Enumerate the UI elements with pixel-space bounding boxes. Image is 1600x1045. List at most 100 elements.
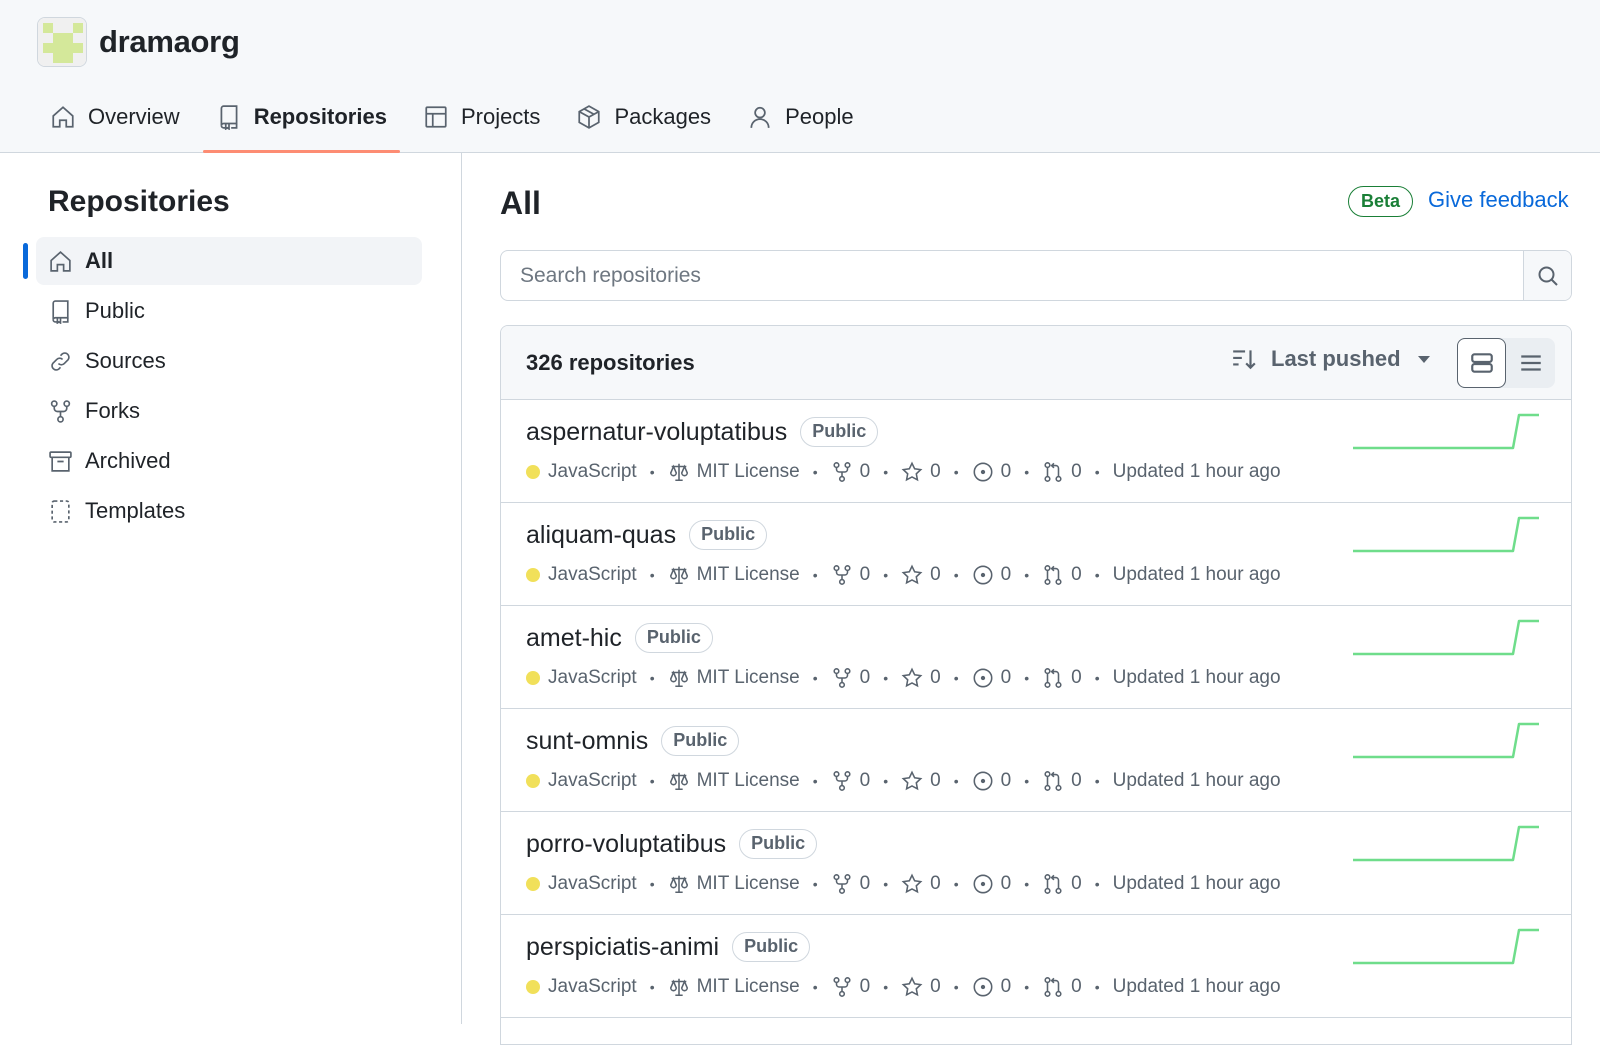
- repo-row: aspernatur-voluptatibus Public JavaScrip…: [501, 400, 1571, 503]
- pull-request-count[interactable]: 0: [1071, 873, 1082, 895]
- issue-count[interactable]: 0: [1001, 564, 1012, 586]
- repo-meta: JavaScript • MIT License • 0 • 0 • 0 • 0…: [526, 770, 1281, 792]
- tab-overview[interactable]: Overview: [37, 94, 193, 139]
- sidebar-item-label: All: [85, 248, 114, 273]
- card-view-button[interactable]: [1457, 338, 1506, 388]
- fork-count[interactable]: 0: [860, 770, 871, 792]
- repo-count: 326 repositories: [526, 350, 695, 375]
- pull-request-icon: [1044, 977, 1062, 997]
- issue-icon: [973, 462, 993, 482]
- law-icon: [669, 875, 688, 894]
- fork-count[interactable]: 0: [860, 564, 871, 586]
- issue-count[interactable]: 0: [1001, 667, 1012, 689]
- star-count[interactable]: 0: [930, 461, 941, 483]
- pull-request-icon: [1044, 668, 1062, 688]
- fork-count[interactable]: 0: [860, 667, 871, 689]
- search-input[interactable]: [501, 251, 1523, 300]
- sidebar-nav: All Public Sources Forks Archived Templa…: [23, 237, 422, 537]
- pull-request-count[interactable]: 0: [1071, 770, 1082, 792]
- activity-sparkline: [1353, 722, 1539, 759]
- repo-title-line: amet-hic Public: [526, 623, 713, 653]
- sidebar-item-archived[interactable]: Archived: [36, 437, 422, 485]
- tab-projects[interactable]: Projects: [410, 94, 553, 139]
- list-view-button[interactable]: [1506, 338, 1555, 388]
- star-count[interactable]: 0: [930, 770, 941, 792]
- star-count[interactable]: 0: [930, 564, 941, 586]
- pull-request-icon: [1044, 874, 1062, 894]
- tab-label: Overview: [88, 103, 180, 129]
- tab-packages[interactable]: Packages: [563, 94, 724, 139]
- tab-repositories[interactable]: Repositories: [202, 94, 401, 153]
- separator-dot: •: [953, 773, 959, 789]
- separator-dot: •: [883, 876, 889, 892]
- repo-license[interactable]: MIT License: [697, 667, 800, 689]
- sort-dropdown[interactable]: Last pushed: [1231, 346, 1431, 372]
- sidebar-item-templates[interactable]: Templates: [36, 487, 422, 535]
- separator-dot: •: [1024, 464, 1030, 480]
- package-icon: [578, 104, 601, 129]
- separator-dot: •: [883, 567, 889, 583]
- repo-meta: JavaScript • MIT License • 0 • 0 • 0 • 0…: [526, 461, 1281, 483]
- star-count[interactable]: 0: [930, 667, 941, 689]
- sidebar-item-public[interactable]: Public: [36, 287, 422, 335]
- repo-language: JavaScript: [548, 461, 637, 482]
- page-title: All: [500, 185, 541, 221]
- issue-count[interactable]: 0: [1001, 770, 1012, 792]
- star-icon: [901, 667, 923, 688]
- repo-license[interactable]: MIT License: [697, 461, 800, 483]
- fork-count[interactable]: 0: [860, 461, 871, 483]
- separator-dot: •: [883, 464, 889, 480]
- pull-request-count[interactable]: 0: [1071, 564, 1082, 586]
- pull-request-count[interactable]: 0: [1071, 976, 1082, 998]
- issue-count[interactable]: 0: [1001, 461, 1012, 483]
- repo-license[interactable]: MIT License: [697, 770, 800, 792]
- repo-row: amet-hic Public JavaScript • MIT License…: [501, 606, 1571, 709]
- sidebar-item-all[interactable]: All: [23, 237, 422, 285]
- person-icon: [750, 106, 770, 128]
- sidebar-item-sources[interactable]: Sources: [36, 337, 422, 385]
- repo-row: aliquam-quas Public JavaScript • MIT Lic…: [501, 503, 1571, 606]
- separator-dot: •: [649, 567, 655, 583]
- separator-dot: •: [883, 773, 889, 789]
- rows-icon: [1470, 353, 1493, 373]
- org-name[interactable]: dramaorg: [99, 24, 240, 60]
- org-avatar[interactable]: [37, 17, 87, 67]
- repo-name-link[interactable]: aliquam-quas: [526, 521, 676, 550]
- star-count[interactable]: 0: [930, 976, 941, 998]
- law-icon: [669, 463, 688, 482]
- separator-dot: •: [953, 670, 959, 686]
- fork-count[interactable]: 0: [860, 873, 871, 895]
- sidebar-item-forks[interactable]: Forks: [36, 387, 422, 435]
- tab-people[interactable]: People: [734, 94, 867, 139]
- pull-request-count[interactable]: 0: [1071, 667, 1082, 689]
- separator-dot: •: [1024, 773, 1030, 789]
- pull-request-count[interactable]: 0: [1071, 461, 1082, 483]
- home-icon: [52, 105, 74, 128]
- repo-license[interactable]: MIT License: [697, 873, 800, 895]
- repo-name-link[interactable]: sunt-omnis: [526, 727, 648, 756]
- separator-dot: •: [1094, 670, 1100, 686]
- repo-title-line: perspiciatis-animi Public: [526, 932, 811, 962]
- repo-language: JavaScript: [548, 976, 637, 997]
- repo-license[interactable]: MIT License: [697, 564, 800, 586]
- language-color-dot: [526, 980, 540, 994]
- caret-down-icon: [1417, 356, 1430, 363]
- repo-row: perspiciatis-animi Public JavaScript • M…: [501, 915, 1571, 1018]
- repo-title-line: sunt-omnis Public: [526, 726, 740, 756]
- issue-count[interactable]: 0: [1001, 976, 1012, 998]
- issue-count[interactable]: 0: [1001, 873, 1012, 895]
- repo-name-link[interactable]: porro-voluptatibus: [526, 830, 726, 859]
- visibility-badge: Public: [800, 417, 879, 447]
- search-button[interactable]: [1523, 251, 1571, 300]
- repo-name-link[interactable]: aspernatur-voluptatibus: [526, 418, 787, 447]
- law-icon: [669, 978, 688, 997]
- give-feedback-link[interactable]: Give feedback: [1428, 187, 1569, 213]
- repo-name-link[interactable]: perspiciatis-animi: [526, 933, 719, 962]
- repo-icon: [52, 299, 69, 324]
- list-icon: [1520, 355, 1541, 371]
- fork-count[interactable]: 0: [860, 976, 871, 998]
- repo-license[interactable]: MIT License: [697, 976, 800, 998]
- repo-name-link[interactable]: amet-hic: [526, 624, 622, 653]
- star-count[interactable]: 0: [930, 873, 941, 895]
- separator-dot: •: [649, 876, 655, 892]
